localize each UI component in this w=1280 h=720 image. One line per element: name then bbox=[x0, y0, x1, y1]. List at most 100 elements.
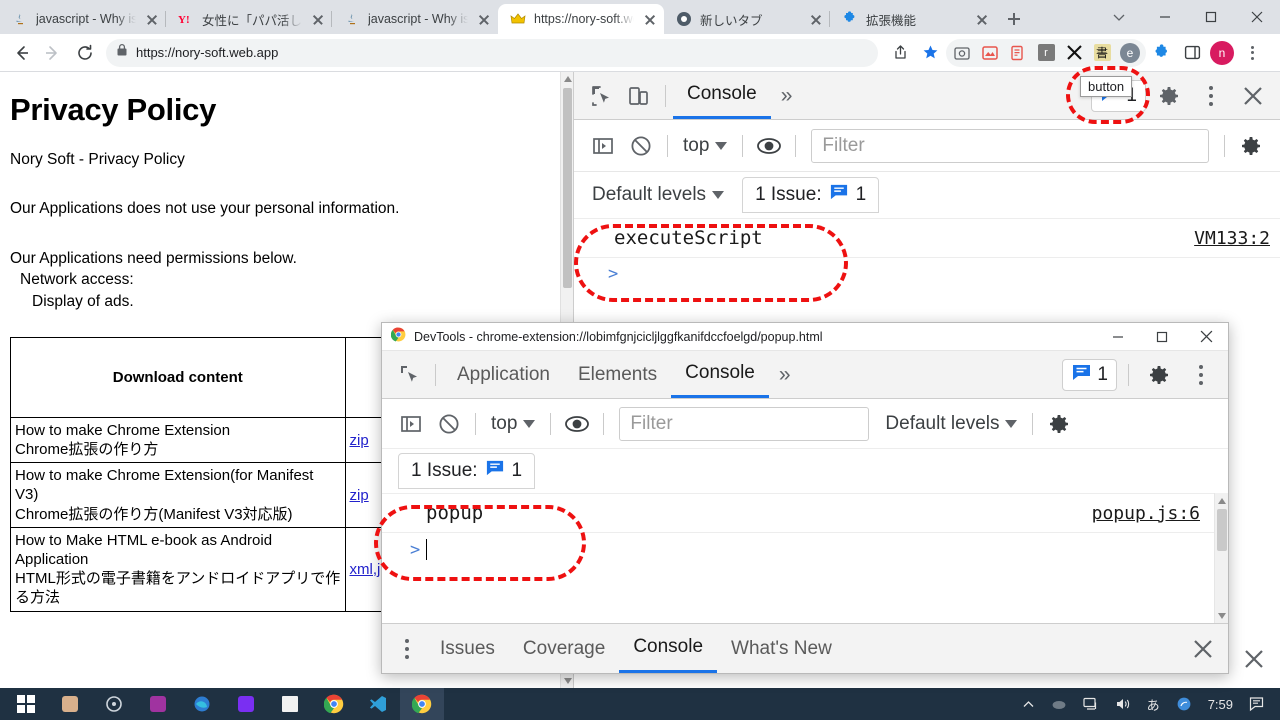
filter-input[interactable]: Filter bbox=[619, 406, 870, 441]
kanji-extension-icon[interactable]: 書 bbox=[1088, 39, 1116, 67]
popup-close-icon[interactable] bbox=[1184, 323, 1228, 351]
scroll-down-arrow-icon[interactable] bbox=[1215, 608, 1228, 623]
tab-close-icon[interactable] bbox=[808, 11, 824, 27]
tab-close-icon[interactable] bbox=[974, 11, 990, 27]
drawer-close-icon-main[interactable] bbox=[1242, 647, 1266, 676]
window-maximize-icon[interactable] bbox=[1188, 1, 1234, 33]
show-hidden-icons[interactable] bbox=[1014, 688, 1043, 720]
console-sidebar-icon[interactable] bbox=[392, 405, 430, 443]
issues-summary-chip[interactable]: 1 Issue: 1 bbox=[398, 453, 536, 489]
console-sidebar-icon[interactable] bbox=[584, 127, 622, 165]
live-expression-icon[interactable] bbox=[558, 405, 596, 443]
window-close-icon[interactable] bbox=[1234, 1, 1280, 33]
browser-tab-2[interactable]: javascript - Why is bbox=[331, 4, 498, 34]
live-expression-icon[interactable] bbox=[750, 127, 788, 165]
explorer-app-icon[interactable] bbox=[48, 688, 92, 720]
tab-console[interactable]: Console bbox=[671, 352, 769, 398]
tab-elements[interactable]: Elements bbox=[564, 352, 671, 398]
volume-icon[interactable] bbox=[1107, 688, 1139, 720]
console-message-source[interactable]: popup.js:6 bbox=[1092, 503, 1200, 524]
scroll-up-arrow-icon[interactable] bbox=[1215, 493, 1228, 508]
popup-minimize-icon[interactable] bbox=[1096, 323, 1140, 351]
filter-input[interactable]: Filter bbox=[811, 128, 1209, 163]
tab-close-icon[interactable] bbox=[310, 11, 326, 27]
issues-counter-button[interactable]: 1 bbox=[1062, 358, 1117, 391]
drawer-tab-whats-new[interactable]: What's New bbox=[717, 625, 846, 673]
gear-icon[interactable] bbox=[1140, 356, 1178, 394]
console-input-prompt[interactable]: > bbox=[382, 533, 1228, 566]
console-message-row[interactable]: executeScript VM133:2 bbox=[574, 218, 1280, 258]
browser-tab-1[interactable]: Y! 女性に「パパ活しない bbox=[165, 4, 332, 34]
browser-tab-3-active[interactable]: https://nory-soft.we bbox=[498, 4, 664, 34]
ime-extra-icon[interactable] bbox=[1168, 688, 1200, 720]
more-tabs-icon[interactable]: » bbox=[769, 363, 801, 387]
popup-console-scrollbar[interactable] bbox=[1214, 493, 1228, 623]
tab-console[interactable]: Console bbox=[673, 73, 771, 119]
bookmark-star-icon[interactable] bbox=[916, 39, 944, 67]
edge-app-icon[interactable] bbox=[180, 688, 224, 720]
taskbar-clock[interactable]: 7:59 bbox=[1200, 688, 1241, 720]
terminal-app-icon[interactable] bbox=[268, 688, 312, 720]
reload-button-icon[interactable] bbox=[70, 38, 100, 68]
scrollbar-thumb[interactable] bbox=[563, 88, 572, 288]
notification-icon[interactable] bbox=[1241, 688, 1274, 720]
start-button[interactable] bbox=[4, 688, 48, 720]
browser-tab-5[interactable]: 拡張機能 bbox=[829, 4, 996, 34]
execution-context-selector[interactable]: top bbox=[675, 135, 735, 157]
forward-button-icon[interactable] bbox=[38, 38, 68, 68]
drawer-tab-coverage[interactable]: Coverage bbox=[509, 625, 619, 673]
share-icon[interactable] bbox=[886, 39, 914, 67]
browser-tab-4[interactable]: 新しいタブ bbox=[664, 4, 830, 34]
vscode-app-icon[interactable] bbox=[356, 688, 400, 720]
devtools-menu-icon[interactable] bbox=[1182, 356, 1220, 394]
inspect-element-icon[interactable] bbox=[390, 356, 428, 394]
screenshot-extension-icon[interactable] bbox=[948, 39, 976, 67]
puzzle-icon[interactable] bbox=[1148, 39, 1176, 67]
onedrive-icon[interactable] bbox=[1043, 688, 1075, 720]
tab-close-icon[interactable] bbox=[144, 11, 160, 27]
media-app-icon[interactable] bbox=[92, 688, 136, 720]
image-extension-icon[interactable] bbox=[976, 39, 1004, 67]
new-tab-button[interactable] bbox=[1000, 5, 1028, 33]
drawer-tab-console[interactable]: Console bbox=[619, 625, 718, 673]
tab-close-icon[interactable] bbox=[642, 11, 658, 27]
e-extension-icon[interactable]: e bbox=[1116, 39, 1144, 67]
drawer-close-icon[interactable] bbox=[1184, 630, 1222, 668]
clear-console-icon[interactable] bbox=[622, 127, 660, 165]
device-toolbar-icon[interactable] bbox=[620, 77, 658, 115]
drawer-menu-icon[interactable] bbox=[388, 630, 426, 668]
x-extension-icon[interactable] bbox=[1060, 39, 1088, 67]
issues-summary-chip[interactable]: 1 Issue: 1 bbox=[742, 177, 880, 213]
devtools-menu-icon[interactable] bbox=[1192, 77, 1230, 115]
side-panel-icon[interactable] bbox=[1178, 39, 1206, 67]
address-bar[interactable]: https://nory-soft.web.app bbox=[106, 38, 878, 67]
console-input-prompt[interactable]: > bbox=[574, 258, 1280, 290]
download-link[interactable]: zip bbox=[350, 432, 369, 449]
clear-console-icon[interactable] bbox=[430, 405, 468, 443]
recorder-app-icon[interactable] bbox=[136, 688, 180, 720]
drawer-tab-issues[interactable]: Issues bbox=[426, 625, 509, 673]
tab-application[interactable]: Application bbox=[443, 352, 564, 398]
chrome-devtools-app-icon[interactable] bbox=[400, 688, 444, 720]
console-message-row[interactable]: popup popup.js:6 bbox=[382, 493, 1228, 533]
console-settings-gear-icon[interactable] bbox=[1232, 127, 1270, 165]
ime-indicator[interactable]: あ bbox=[1139, 688, 1168, 720]
notes-extension-icon[interactable] bbox=[1004, 39, 1032, 67]
tab-close-icon[interactable] bbox=[476, 11, 492, 27]
notes-app-icon[interactable] bbox=[224, 688, 268, 720]
gear-icon[interactable] bbox=[1150, 77, 1188, 115]
browser-menu-icon[interactable] bbox=[1238, 39, 1266, 67]
inspect-element-icon[interactable] bbox=[582, 77, 620, 115]
r-extension-icon[interactable]: r bbox=[1032, 39, 1060, 67]
download-link[interactable]: zip bbox=[350, 487, 369, 504]
chrome-app-icon[interactable] bbox=[312, 688, 356, 720]
back-button-icon[interactable] bbox=[6, 38, 36, 68]
devtools-close-icon[interactable] bbox=[1234, 77, 1272, 115]
popup-maximize-icon[interactable] bbox=[1140, 323, 1184, 351]
browser-tab-0[interactable]: javascript - Why is bbox=[0, 4, 166, 34]
scrollbar-thumb[interactable] bbox=[1217, 509, 1227, 551]
log-levels-selector[interactable]: Default levels bbox=[584, 184, 732, 206]
console-settings-gear-icon[interactable] bbox=[1040, 405, 1078, 443]
tab-search-icon[interactable] bbox=[1096, 1, 1142, 33]
log-levels-selector[interactable]: Default levels bbox=[877, 413, 1025, 435]
